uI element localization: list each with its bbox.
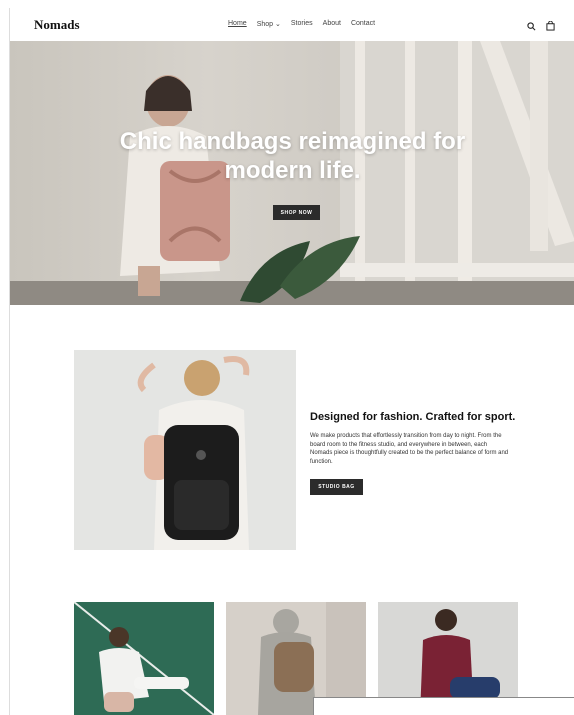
nav-about[interactable]: About	[323, 20, 341, 28]
hero-title-line2: modern life.	[224, 157, 361, 184]
nav-shop[interactable]: Shop ⌄	[257, 20, 281, 28]
hero-title-line1: Chic handbags reimagined for	[119, 128, 466, 155]
hero-banner: Chic handbags reimagined for modern life…	[10, 41, 574, 305]
header-icons	[527, 18, 555, 36]
studio-bag-button[interactable]: STUDIO BAG	[310, 479, 363, 495]
main-nav: Home Shop ⌄ Stories About Contact	[228, 20, 375, 28]
site-header: Nomads Home Shop ⌄ Stories About Contact	[10, 8, 574, 41]
feature-image	[74, 350, 296, 550]
nav-home[interactable]: Home	[228, 20, 247, 28]
site-logo[interactable]: Nomads	[34, 17, 80, 33]
bag-icon[interactable]	[546, 18, 555, 36]
overlay-panel	[313, 697, 574, 715]
shop-now-button[interactable]: SHOP NOW	[273, 205, 320, 220]
hero-title: Chic handbags reimagined for modern life…	[70, 127, 515, 185]
page-frame: Nomads Home Shop ⌄ Stories About Contact	[9, 8, 574, 715]
nav-contact[interactable]: Contact	[351, 20, 375, 28]
product-image-1[interactable]	[74, 602, 214, 715]
feature-title: Designed for fashion. Crafted for sport.	[310, 411, 516, 423]
feature-description: We make products that effortlessly trans…	[310, 433, 509, 465]
nav-stories[interactable]: Stories	[291, 20, 313, 28]
search-icon[interactable]	[527, 18, 536, 36]
